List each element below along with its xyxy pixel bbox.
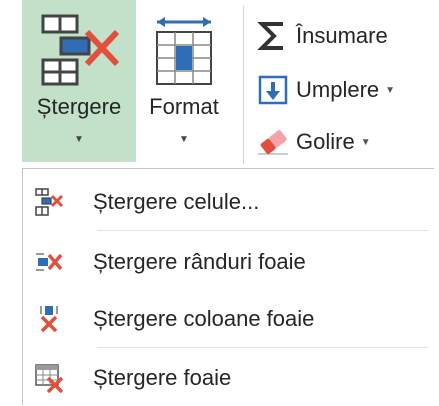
delete-rows-icon: [29, 242, 69, 282]
delete-sheet-icon: [29, 358, 69, 398]
chevron-down-icon: ▼: [360, 136, 371, 148]
menu-divider: [97, 347, 428, 348]
fill-button[interactable]: Umplere ▼: [256, 68, 395, 112]
ribbon-cells-group: Ștergere ▼ Format ▼ Însumare Umplere ▼ G…: [0, 0, 439, 168]
menu-item-label: Ștergere foaie: [93, 364, 232, 390]
fill-button-label: Umplere: [296, 77, 380, 102]
menu-item-delete-cells[interactable]: Ștergere celule...: [23, 173, 434, 230]
chevron-down-icon: ▼: [74, 134, 84, 145]
delete-button-label: Ștergere: [36, 94, 122, 119]
fill-down-icon: [256, 73, 290, 107]
menu-item-label: Ștergere celule...: [93, 188, 260, 214]
format-cells-icon: [151, 14, 217, 93]
delete-dropdown-menu: Ștergere celule... Ștergere rânduri foai…: [22, 168, 434, 405]
eraser-icon: [256, 125, 290, 159]
chevron-down-icon: ▼: [385, 84, 396, 96]
sum-button[interactable]: Însumare: [256, 14, 388, 58]
menu-item-delete-columns[interactable]: Ștergere coloane foaie: [23, 290, 434, 347]
menu-item-label: Ștergere coloane foaie: [93, 305, 315, 331]
delete-button[interactable]: Ștergere ▼: [22, 0, 136, 162]
menu-item-delete-sheet[interactable]: Ștergere foaie: [23, 349, 434, 406]
menu-divider: [97, 230, 428, 231]
format-button-label: Format: [149, 94, 219, 119]
group-divider: [243, 6, 244, 164]
delete-columns-icon: [29, 299, 69, 339]
format-button[interactable]: Format ▼: [138, 0, 230, 162]
delete-cells-icon: [29, 182, 69, 222]
sigma-icon: [256, 19, 290, 53]
delete-cells-icon: [37, 14, 121, 93]
sum-button-label: Însumare: [296, 23, 388, 48]
menu-item-label: Ștergere rânduri foaie: [93, 248, 306, 274]
clear-button-label: Golire: [296, 129, 355, 154]
chevron-down-icon: ▼: [179, 134, 189, 145]
menu-item-delete-rows[interactable]: Ștergere rânduri foaie: [23, 233, 434, 290]
clear-button[interactable]: Golire ▼: [256, 120, 371, 164]
